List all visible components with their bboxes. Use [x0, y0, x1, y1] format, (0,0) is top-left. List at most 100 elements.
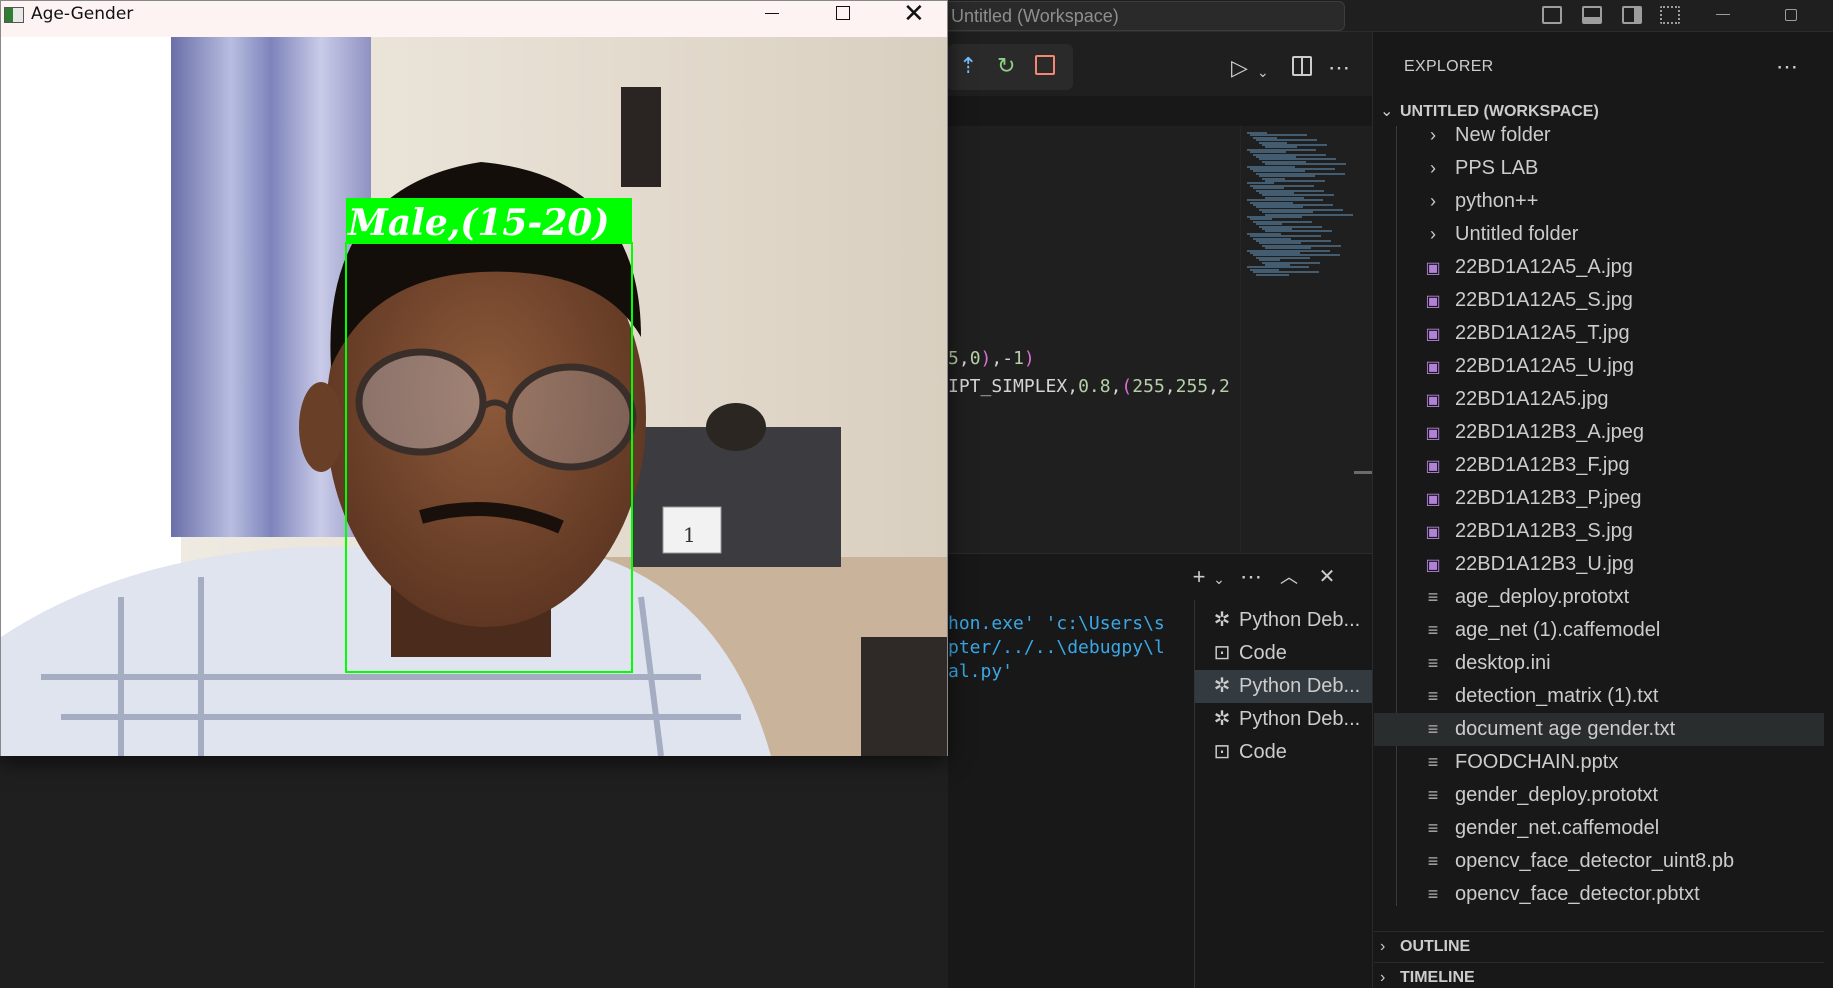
tree-item-label: 22BD1A12A5_A.jpg	[1455, 256, 1633, 278]
terminal-icon: ⊡	[1213, 642, 1231, 664]
image-file-icon: ▣	[1425, 524, 1441, 541]
tree-file[interactable]: ▣ 22BD1A12A5.jpg	[1374, 383, 1824, 416]
stop-icon[interactable]	[1035, 55, 1055, 75]
maximize-panel-icon[interactable]: ︿	[1277, 565, 1301, 589]
tree-file[interactable]: ≡ desktop.ini	[1374, 647, 1824, 680]
minimize-button[interactable]	[765, 13, 779, 14]
tree-file[interactable]: ≡ age_deploy.prototxt	[1374, 581, 1824, 614]
image-file-icon: ▣	[1425, 491, 1441, 508]
tree-item-label: gender_net.caffemodel	[1455, 817, 1660, 839]
outline-section[interactable]: › OUTLINE	[1374, 931, 1824, 961]
terminal-icon: ⊡	[1213, 741, 1231, 763]
timeline-section[interactable]: › TIMELINE	[1374, 962, 1824, 988]
tree-folder[interactable]: › New folder	[1374, 119, 1824, 152]
tree-file[interactable]: ▣ 22BD1A12B3_F.jpg	[1374, 449, 1824, 482]
code-token: 2	[1218, 376, 1230, 397]
more-actions-icon[interactable]: ⋯	[1328, 56, 1350, 80]
speaker	[621, 87, 661, 187]
toggle-secondary-sidebar-icon[interactable]	[1622, 6, 1642, 24]
close-panel-icon[interactable]: ✕	[1315, 565, 1339, 589]
code-line: IPT_SIMPLEX,0.8,(255,255,2	[948, 376, 1230, 397]
run-dropdown-icon[interactable]: ⌄	[1257, 60, 1269, 84]
customize-layout-icon[interactable]	[1660, 6, 1680, 24]
terminal-list-item[interactable]: ✲ Python Deb...	[1195, 604, 1373, 637]
tree-file[interactable]: ▣ 22BD1A12A5_T.jpg	[1374, 317, 1824, 350]
terminal-line: pter/../..\debugpy\l	[948, 637, 1165, 658]
code-token: ,-	[991, 348, 1014, 369]
terminal-list-label: Python Deb...	[1239, 675, 1361, 697]
tree-file[interactable]: ▣ 22BD1A12A5_S.jpg	[1374, 284, 1824, 317]
step-out-icon[interactable]: ⇡	[959, 54, 977, 78]
code-token: ,	[958, 348, 970, 369]
image-file-icon: ▣	[1425, 326, 1441, 343]
tree-item-label: PPS LAB	[1455, 157, 1539, 179]
image-file-icon: ▣	[1425, 260, 1441, 277]
terminal-list-label: Code	[1239, 642, 1287, 664]
panel-more-icon[interactable]: ⋯	[1239, 565, 1263, 589]
code-token: ,	[1067, 376, 1079, 397]
debug-icon: ✲	[1213, 675, 1231, 697]
tree-item-label: 22BD1A12A5_U.jpg	[1455, 355, 1635, 377]
terminal-list-label: Python Deb...	[1239, 609, 1361, 631]
tree-folder[interactable]: › python++	[1374, 185, 1824, 218]
tree-file[interactable]: ▣ 22BD1A12A5_U.jpg	[1374, 350, 1824, 383]
code-token: 255	[1175, 376, 1209, 397]
tree-item-label: 22BD1A12A5_T.jpg	[1455, 322, 1630, 344]
tree-file[interactable]: ▣ 22BD1A12B3_S.jpg	[1374, 515, 1824, 548]
glasses-left-lens	[355, 348, 487, 456]
terminal-list-item[interactable]: ⊡ Code	[1195, 637, 1373, 670]
tree-item-label: 22BD1A12B3_S.jpg	[1455, 520, 1633, 542]
text-file-icon: ≡	[1427, 884, 1439, 904]
tree-item-label: desktop.ini	[1455, 652, 1551, 674]
tree-file[interactable]: ≡ opencv_face_detector_uint8.pb	[1374, 845, 1824, 878]
image-file-icon: ▣	[1425, 557, 1441, 574]
chevron-right-icon: ›	[1430, 191, 1436, 211]
code-token: ,	[1110, 376, 1122, 397]
tree-file[interactable]: ≡ document age gender.txt	[1374, 713, 1824, 746]
tree-item-label: Untitled folder	[1455, 223, 1579, 245]
tree-file[interactable]: ▣ 22BD1A12B3_A.jpeg	[1374, 416, 1824, 449]
tree-file[interactable]: ▣ 22BD1A12A5_A.jpg	[1374, 251, 1824, 284]
tree-folder[interactable]: › PPS LAB	[1374, 152, 1824, 185]
chevron-right-icon: ›	[1380, 938, 1386, 955]
webcam-frame: 1 Male,(15-20)	[1, 37, 947, 756]
tree-file[interactable]: ≡ FOODCHAIN.pptx	[1374, 746, 1824, 779]
tree-item-label: 22BD1A12A5_S.jpg	[1455, 289, 1633, 311]
split-editor-icon[interactable]	[1292, 56, 1312, 76]
text-file-icon: ≡	[1427, 818, 1439, 838]
age-gender-window: Age-Gender ✕ 1 Male,(15-20)	[0, 0, 948, 756]
toggle-primary-sidebar-icon[interactable]	[1542, 6, 1562, 24]
tree-folder[interactable]: › Untitled folder	[1374, 218, 1824, 251]
tree-file[interactable]: ≡ gender_deploy.prototxt	[1374, 779, 1824, 812]
chevron-right-icon: ›	[1380, 969, 1386, 986]
toggle-panel-icon[interactable]	[1582, 6, 1602, 24]
cv-titlebar[interactable]: Age-Gender ✕	[1, 0, 947, 37]
close-button[interactable]: ✕	[903, 0, 925, 29]
tree-file[interactable]: ≡ age_net (1).caffemodel	[1374, 614, 1824, 647]
minimap[interactable]	[1240, 126, 1354, 552]
code-token: )	[1023, 348, 1035, 369]
run-icon[interactable]: ▷	[1231, 56, 1248, 80]
maximize-button[interactable]	[836, 6, 850, 20]
tree-file[interactable]: ▣ 22BD1A12B3_P.jpeg	[1374, 482, 1824, 515]
text-file-icon: ≡	[1427, 653, 1439, 673]
tree-item-label: 22BD1A12B3_F.jpg	[1455, 454, 1630, 476]
terminal-list-item[interactable]: ✲ Python Deb...	[1195, 670, 1373, 703]
restart-icon[interactable]: ↻	[997, 54, 1015, 78]
explorer-more-icon[interactable]: ⋯	[1776, 54, 1798, 80]
command-center[interactable]: Untitled (Workspace)	[900, 1, 1345, 31]
tree-file[interactable]: ≡ detection_matrix (1).txt	[1374, 680, 1824, 713]
tree-file[interactable]: ≡ gender_net.caffemodel	[1374, 812, 1824, 845]
debug-icon: ✲	[1213, 609, 1231, 631]
terminal-list-item[interactable]: ⊡ Code	[1195, 736, 1373, 769]
text-file-icon: ≡	[1427, 752, 1439, 772]
terminal-list-item[interactable]: ✲ Python Deb...	[1195, 703, 1373, 736]
editor-scrollbar[interactable]	[1354, 471, 1372, 474]
vscode-minimize-button[interactable]	[1716, 14, 1730, 15]
terminal-list-label: Python Deb...	[1239, 708, 1361, 730]
tree-file[interactable]: ▣ 22BD1A12B3_U.jpg	[1374, 548, 1824, 581]
tree-item-label: gender_deploy.prototxt	[1455, 784, 1659, 806]
tree-file[interactable]: ≡ opencv_face_detector.pbtxt	[1374, 878, 1824, 911]
terminal-dropdown-icon[interactable]: ⌄	[1207, 567, 1231, 591]
vscode-restore-button[interactable]	[1785, 9, 1797, 21]
